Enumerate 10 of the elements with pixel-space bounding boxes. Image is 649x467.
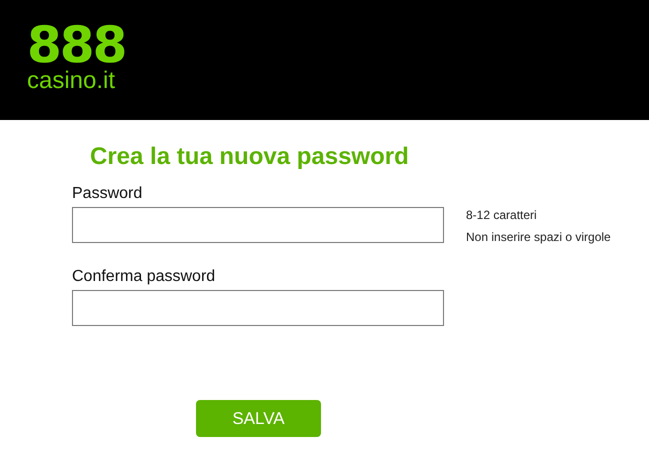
logo-number: 888 xyxy=(27,22,126,68)
input-field[interactable] xyxy=(72,207,444,243)
save-button[interactable]: SALVA xyxy=(196,400,321,437)
field-label: Password xyxy=(72,184,144,204)
input-field[interactable] xyxy=(72,290,444,326)
hint-text: Non inserire spazi o virgole xyxy=(466,229,611,245)
field-label: Conferma password xyxy=(72,267,216,287)
hint-text: 8-12 caratteri xyxy=(466,207,538,223)
logo-name: casino.it xyxy=(27,68,116,94)
page-title: Crea la tua nuova password xyxy=(90,142,410,172)
